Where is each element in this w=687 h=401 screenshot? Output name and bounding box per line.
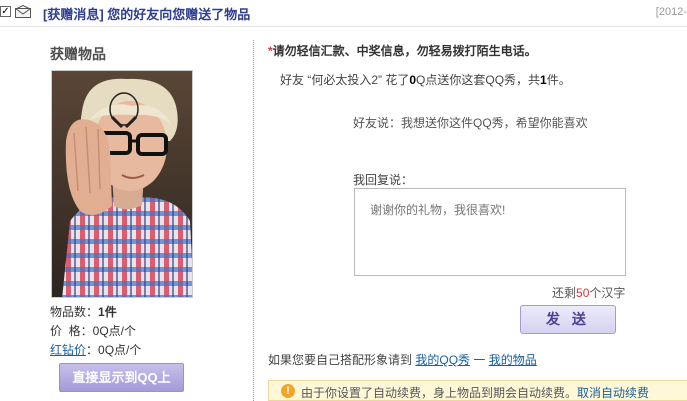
remaining-count: 50 bbox=[576, 286, 590, 300]
gift-description: 好友 “何必太投入2” 花了0Q点送你这套QQ秀，共1件。 bbox=[280, 71, 571, 88]
warning-text: 请勿轻信汇款、中奖信息，勿轻易拨打陌生电话。 bbox=[272, 44, 537, 58]
my-items-link[interactable]: 我的物品 bbox=[489, 353, 537, 367]
gift-suffix: 件。 bbox=[546, 73, 571, 87]
auto-renew-notice: ! 由于你设置了自动续费，身上物品到期会自动续费。取消自动续费 bbox=[268, 380, 687, 401]
gift-count: 1 bbox=[540, 73, 547, 87]
notice-body: 由于你设置了自动续费，身上物品到期会自动续费。取消自动续费 bbox=[301, 384, 649, 400]
my-qqshow-link[interactable]: 我的QQ秀 bbox=[415, 353, 470, 367]
warning-icon: ! bbox=[281, 384, 295, 398]
message-title: [获赠消息] 您的好友向您赠送了物品 bbox=[43, 4, 250, 23]
match-hint: 如果您要自己搭配形象请到 我的QQ秀 一 我的物品 bbox=[268, 351, 537, 368]
item-price-label: 价 格： bbox=[50, 324, 93, 338]
mail-icon bbox=[15, 4, 31, 18]
item-count: 物品数：1件 bbox=[50, 303, 117, 320]
message-header: ✓ [获赠消息] 您的好友向您赠送了物品 [2012- bbox=[0, 0, 687, 27]
panel-divider bbox=[253, 40, 254, 401]
show-on-qq-button[interactable]: 直接显示到QQ上 bbox=[59, 363, 184, 392]
diamond-price: 红钻价：0Q点/个 bbox=[50, 341, 141, 358]
reply-label: 我回复说： bbox=[353, 173, 414, 187]
friend-message: 好友说：我想送你这件QQ秀，希望你能喜欢 bbox=[353, 116, 588, 130]
gift-panel-title: 获赠物品 bbox=[50, 46, 106, 62]
notice-text: 由于你设置了自动续费，身上物品到期会自动续费。 bbox=[301, 386, 578, 400]
select-checkbox[interactable]: ✓ bbox=[0, 6, 11, 17]
cancel-auto-renew-link[interactable]: 取消自动续费 bbox=[577, 386, 649, 400]
gift-middle: Q点送你这套QQ秀，共 bbox=[416, 73, 541, 87]
message-date: [2012- bbox=[655, 6, 687, 18]
reply-input[interactable] bbox=[354, 188, 626, 276]
message-tag: [获赠消息] bbox=[43, 7, 104, 22]
match-text: 如果您要自己搭配形象请到 bbox=[268, 353, 413, 367]
remaining-chars: 还剩50个汉字 bbox=[552, 284, 625, 301]
red-diamond-link[interactable]: 红钻价 bbox=[50, 343, 86, 357]
item-count-value: 1件 bbox=[98, 305, 117, 319]
item-price-value: 0Q点/个 bbox=[92, 324, 137, 338]
item-count-label: 物品数： bbox=[50, 305, 99, 319]
message-subject: 您的好友向您赠送了物品 bbox=[107, 7, 251, 22]
fraud-warning: *请勿轻信汇款、中奖信息，勿轻易拨打陌生电话。 bbox=[268, 42, 537, 59]
link-separator: 一 bbox=[470, 353, 489, 367]
send-button[interactable]: 发 送 bbox=[520, 305, 616, 334]
gift-prefix: 好友 “何必太投入2” 花了 bbox=[280, 73, 410, 87]
item-price: 价 格：0Q点/个 bbox=[50, 322, 136, 339]
gift-avatar-image bbox=[51, 70, 193, 298]
remaining-suffix: 个汉字 bbox=[589, 286, 626, 300]
diamond-price-value: ：0Q点/个 bbox=[86, 343, 142, 357]
remaining-prefix: 还剩 bbox=[552, 286, 577, 300]
